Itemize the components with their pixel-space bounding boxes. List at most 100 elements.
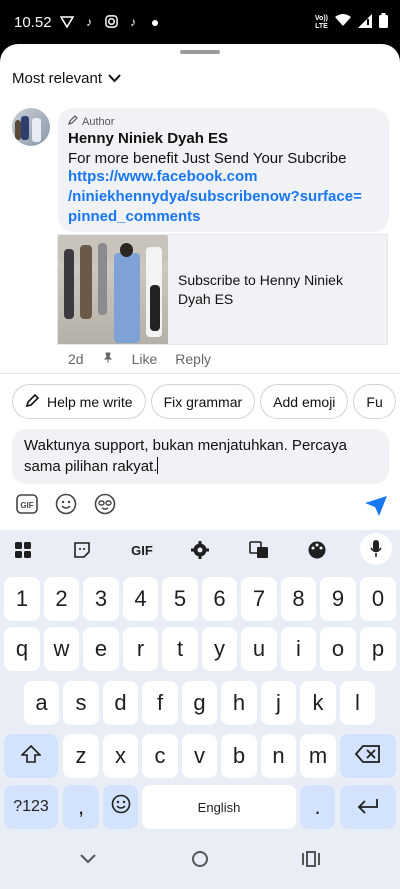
emoji-icon[interactable]	[55, 493, 77, 515]
comment-link-line[interactable]: https://www.facebook.com	[68, 167, 379, 187]
key-y[interactable]: y	[202, 627, 237, 671]
comment-link-line[interactable]: /niniekhennydya/subscribenow?surface=	[68, 187, 379, 207]
author-tag-label: Author	[82, 115, 115, 128]
gif-button[interactable]: GIF	[127, 540, 157, 560]
microphone-icon[interactable]	[360, 533, 392, 565]
sheet-drag-handle[interactable]	[180, 50, 220, 54]
key-0[interactable]: 0	[360, 577, 396, 621]
chip-label: Fix grammar	[163, 393, 243, 410]
key-7[interactable]: 7	[241, 577, 277, 621]
pencil-icon	[68, 115, 78, 128]
reply-button[interactable]: Reply	[175, 351, 211, 367]
key-z[interactable]: z	[63, 734, 99, 778]
recents-icon[interactable]	[302, 850, 320, 873]
key-v[interactable]: v	[182, 734, 217, 778]
link-preview-card[interactable]: Subscribe to Henny Niniek Dyah ES	[57, 234, 388, 345]
key-5[interactable]: 5	[162, 577, 198, 621]
symbols-key[interactable]: ?123	[4, 785, 58, 829]
system-navigation-bar	[0, 830, 400, 889]
key-a[interactable]: a	[24, 681, 59, 725]
enter-icon	[357, 794, 379, 820]
emoji-key[interactable]	[103, 785, 138, 829]
settings-gear-icon[interactable]	[189, 540, 211, 560]
more-chip[interactable]: Fu	[353, 384, 396, 419]
send-icon[interactable]	[364, 495, 388, 522]
comment-bubble[interactable]: Author Henny Niniek Dyah ES For more ben…	[58, 108, 389, 232]
key-l[interactable]: l	[340, 681, 375, 725]
vpn-icon	[59, 15, 75, 29]
key-2[interactable]: 2	[44, 577, 79, 621]
shift-icon	[20, 743, 42, 769]
chevron-down-icon	[108, 70, 121, 87]
key-4[interactable]: 4	[123, 577, 158, 621]
key-9[interactable]: 9	[320, 577, 356, 621]
key-k[interactable]: k	[300, 681, 336, 725]
like-button[interactable]: Like	[132, 351, 158, 367]
divider	[0, 373, 400, 374]
comment-link-line[interactable]: pinned_comments	[68, 207, 379, 227]
key-n[interactable]: n	[261, 734, 296, 778]
key-i[interactable]: i	[281, 627, 316, 671]
lte-label: LTE	[315, 23, 328, 30]
shift-key[interactable]	[4, 734, 58, 778]
gif-icon[interactable]: GIF	[16, 493, 38, 515]
avatar-sticker-icon[interactable]	[94, 493, 116, 515]
comment-input[interactable]: Waktunya support, bukan menjatuhkan. Per…	[12, 429, 389, 484]
enter-key[interactable]	[340, 785, 396, 829]
key-u[interactable]: u	[241, 627, 277, 671]
key-m[interactable]: m	[300, 734, 336, 778]
battery-icon	[379, 13, 388, 33]
comments-sheet: Most relevant Author Henny Niniek Dyah E…	[0, 44, 400, 530]
chip-label: Help me write	[47, 393, 133, 410]
keyboard-toolbar: GIF	[0, 530, 400, 568]
key-p[interactable]: p	[360, 627, 396, 671]
ai-suggestion-chips: Help me write Fix grammar Add emoji Fu	[12, 384, 396, 419]
key-8[interactable]: 8	[281, 577, 316, 621]
key-t[interactable]: t	[162, 627, 198, 671]
sticker-icon[interactable]	[71, 540, 93, 560]
key-e[interactable]: e	[83, 627, 119, 671]
comment-link[interactable]: https://www.facebook.com /niniekhennydya…	[68, 167, 379, 227]
key-c[interactable]: c	[142, 734, 178, 778]
volte-label: Vo))	[314, 15, 328, 22]
sort-dropdown[interactable]: Most relevant	[12, 70, 121, 87]
space-key[interactable]: English	[142, 785, 296, 829]
backspace-key[interactable]	[340, 734, 396, 778]
backspace-icon	[354, 743, 381, 769]
key-q[interactable]: q	[4, 627, 40, 671]
key-s[interactable]: s	[63, 681, 99, 725]
key-d[interactable]: d	[103, 681, 138, 725]
key-b[interactable]: b	[221, 734, 257, 778]
fix-grammar-chip[interactable]: Fix grammar	[150, 384, 256, 419]
key-g[interactable]: g	[182, 681, 217, 725]
svg-text:GIF: GIF	[20, 501, 33, 510]
chip-label: Add emoji	[273, 393, 336, 410]
notification-dot-icon	[148, 15, 162, 29]
tiktok-icon: ♪	[130, 15, 136, 29]
key-x[interactable]: x	[103, 734, 138, 778]
help-me-write-chip[interactable]: Help me write	[12, 384, 146, 419]
key-f[interactable]: f	[142, 681, 178, 725]
key-j[interactable]: j	[261, 681, 296, 725]
key-r[interactable]: r	[123, 627, 158, 671]
key-o[interactable]: o	[320, 627, 356, 671]
add-emoji-chip[interactable]: Add emoji	[260, 384, 349, 419]
author-badge: Author	[68, 115, 379, 128]
back-chevron-icon[interactable]	[80, 852, 96, 870]
chip-label: Fu	[366, 393, 383, 410]
key-1[interactable]: 1	[4, 577, 40, 621]
key-6[interactable]: 6	[202, 577, 237, 621]
volte-indicator: Vo)) LTE	[315, 15, 328, 31]
home-icon[interactable]	[191, 850, 209, 873]
translate-icon[interactable]	[248, 540, 270, 560]
key-3[interactable]: 3	[83, 577, 119, 621]
comma-key[interactable]: ,	[63, 785, 99, 829]
author-avatar[interactable]	[12, 108, 50, 146]
key-h[interactable]: h	[221, 681, 257, 725]
period-key[interactable]: .	[300, 785, 335, 829]
text-caret	[157, 457, 159, 474]
key-w[interactable]: w	[44, 627, 79, 671]
theme-palette-icon[interactable]	[306, 540, 328, 560]
apps-grid-icon[interactable]	[12, 540, 34, 560]
author-name[interactable]: Henny Niniek Dyah ES	[68, 130, 379, 147]
